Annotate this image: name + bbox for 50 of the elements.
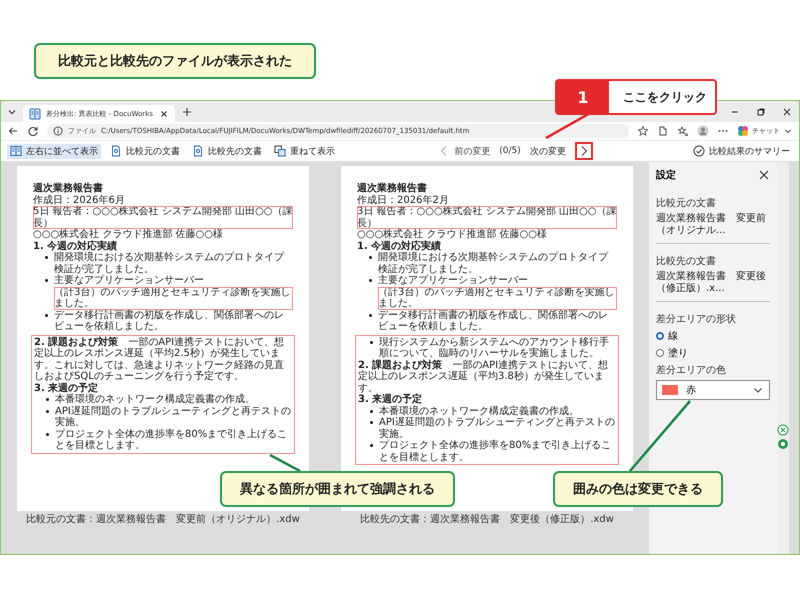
summary-button[interactable]: 比較結果のサマリー <box>690 144 794 158</box>
document-button[interactable]: 比較先の文書 <box>189 144 265 158</box>
step-number: 1 <box>557 81 609 113</box>
field-label: 差分エリアの形状 <box>656 312 737 326</box>
document-text: 現行システムから新システムへのアカウント移行手順について、臨時のリハーサルを実施しました。 <box>379 336 609 359</box>
document-text: ○○○株式会社 クラウド推進部 佐藤○○様 <box>33 229 223 240</box>
field-label: 差分エリアの色 <box>656 364 727 377</box>
previous-change-button[interactable]: 前の変更 <box>435 144 494 158</box>
document-text: 本番環境のネットワーク構成定義書の作成。 <box>379 406 579 416</box>
document-text: データ移行計画書の初版を作成し、関係部署へのレビューを依頼しました。 <box>378 310 608 332</box>
field-label: 比較先の文書 <box>656 254 717 268</box>
radio-label: 線 <box>668 330 678 343</box>
field-value: 週次業務報告書 変更後（修正版）.x... <box>656 271 767 295</box>
document-text: 開発環境における次期基幹システムのプロトタイプ検証が完了しました。 <box>378 252 608 274</box>
document-text: 2. 課題および対策 一部のAPI連携テストにおいて、想定以上のレスポンス遅延（平均2.5秒）が発生しています。これに対しては、急速よりネットワーク経路の見直しおよびSQLのチューニングを行う予定です。 <box>34 336 284 382</box>
document-text: API遅延問題のトラブルシューティングと再テストの実施。 <box>379 417 615 440</box>
overlay-button[interactable]: 重ねて表示 <box>271 144 338 158</box>
document-text: 主要なアプリケーションサーバー <box>54 275 204 286</box>
annotation-banner: 比較元と比較先のファイルが表示された <box>34 43 316 79</box>
document-text: 2. 課題および対策 一部のAPI連携テストにおいて、想定以上のレスポンス遅延（平均3.8秒）が発生しています。 <box>358 360 608 394</box>
field-label: 比較元の文書 <box>656 196 717 210</box>
next-change-button[interactable]: 次の変更 <box>526 144 569 158</box>
document-text: 主要なアプリケーションサーバー <box>378 275 528 286</box>
document-text: データ移行計画書の初版を作成し、関係部署へのレビューを依頼しました。 <box>54 310 284 332</box>
page-caption: 比較元の文書：週次業務報告書 変更前（オリジナル）.xdw <box>25 514 301 526</box>
color-dropdown[interactable]: 赤 <box>656 380 770 400</box>
document-text: 1. 今週の対応実績 <box>357 240 442 252</box>
side-by-side-button[interactable]: 左右に並べて表示 <box>7 144 101 158</box>
document-text: プロジェクト全体の進捗率を80%まで引き上げることを目標とします。 <box>379 440 612 462</box>
annotation-callout: 囲みの色は変更できる <box>553 471 723 507</box>
document-text: 3. 来週の予定 <box>358 394 422 405</box>
step-text: ここをクリック <box>622 88 708 106</box>
annotation-callout: 異なる箇所が囲まれて強調される <box>220 471 455 507</box>
document-text: プロジェクト全体の進捗率を80%まで引き上げることを目標とします。 <box>55 428 288 451</box>
radio-label: 塗り <box>668 347 688 360</box>
change-counter: (0/5) <box>499 146 521 156</box>
document-text: 本番環境のネットワーク構成定義書の作成。 <box>55 394 255 405</box>
document-text: 週次業務報告書 <box>357 183 427 194</box>
field-value: 週次業務報告書 変更前（オリジナル... <box>656 213 767 237</box>
document-text: 3. 来週の予定 <box>34 382 98 394</box>
document-text: API遅延問題のトラブルシューティングと再テストの実施。 <box>55 406 291 428</box>
page-caption: 比較先の文書：週次業務報告書 変更後（修正版）.xdw <box>359 514 615 526</box>
panel-title: 設定 <box>656 168 676 182</box>
document-text: 週次業務報告書 <box>33 183 103 194</box>
document-text: 作成日：2026年2月 <box>357 194 449 206</box>
document-text: 作成日：2026年6月 <box>33 194 125 206</box>
document-text: ○○○株式会社 クラウド推進部 佐藤○○様 <box>357 229 547 240</box>
document-text: 開発環境における次期基幹システムのプロトタイプ検証が完了しました。 <box>54 252 284 274</box>
document-button[interactable]: 比較元の文書 <box>107 144 183 158</box>
document-text: 1. 今週の対応実績 <box>33 240 118 252</box>
